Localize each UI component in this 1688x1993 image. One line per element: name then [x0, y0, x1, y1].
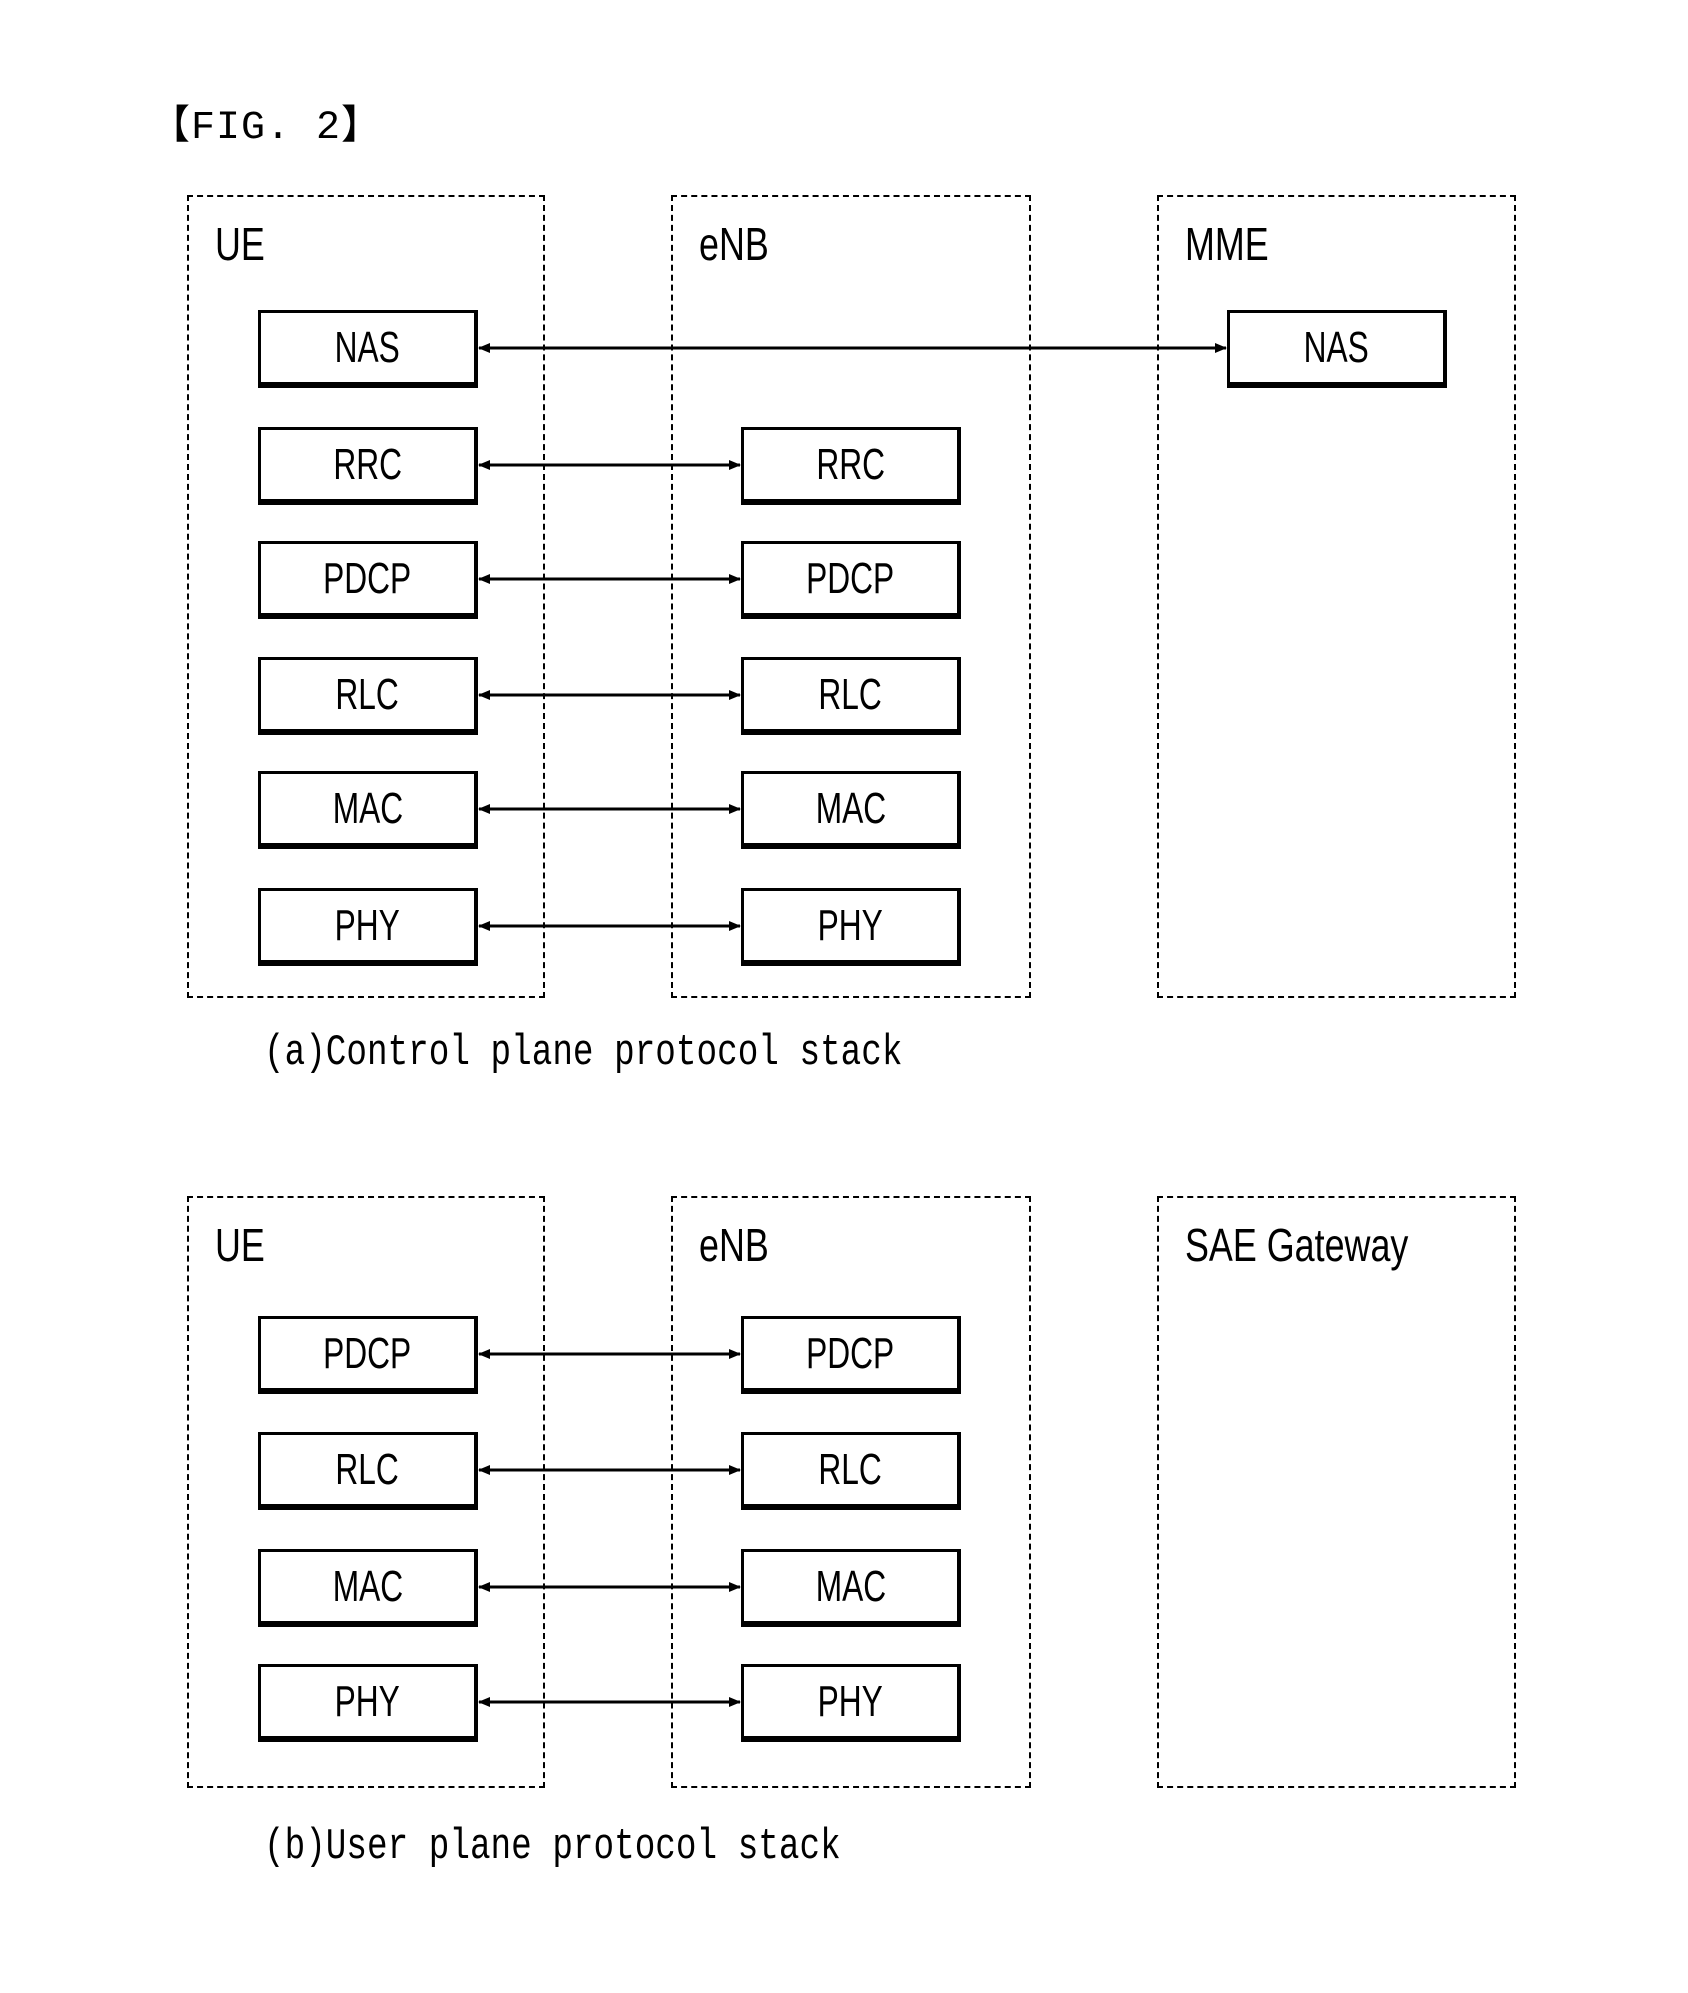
cp-enb-layer-phy: PHY	[741, 888, 961, 966]
cp-mme-layer-nas: NAS	[1227, 310, 1447, 388]
up-gateway-container: SAE Gateway	[1157, 1196, 1516, 1788]
cp-enb-layer-pdcp: PDCP	[741, 541, 961, 619]
cp-ue-layer-mac: MAC	[258, 771, 478, 849]
cp-ue-label: UE	[215, 218, 265, 270]
layer-label: PDCP	[323, 1328, 412, 1378]
layer-label: RRC	[333, 439, 402, 489]
layer-label: PHY	[817, 900, 884, 950]
layer-label: RLC	[335, 669, 400, 719]
up-enb-label: eNB	[699, 1219, 769, 1271]
cp-ue-layer-rlc: RLC	[258, 657, 478, 735]
up-enb-layer-rlc: RLC	[741, 1432, 961, 1510]
cp-ue-layer-rrc: RRC	[258, 427, 478, 505]
cp-mme-label: MME	[1185, 218, 1269, 270]
layer-label: RLC	[818, 669, 883, 719]
cp-enb-label: eNB	[699, 218, 769, 270]
up-ue-layer-rlc: RLC	[258, 1432, 478, 1510]
layer-label: PHY	[334, 900, 401, 950]
cp-enb-layer-mac: MAC	[741, 771, 961, 849]
layer-label: MAC	[332, 783, 403, 833]
layer-label: PHY	[817, 1676, 884, 1726]
up-ue-layer-phy: PHY	[258, 1664, 478, 1742]
up-caption: (b)User plane protocol stack	[264, 1822, 841, 1872]
layer-label: MAC	[815, 783, 886, 833]
layer-label: RLC	[335, 1444, 400, 1494]
up-enb-layer-pdcp: PDCP	[741, 1316, 961, 1394]
layer-label: PDCP	[323, 553, 412, 603]
layer-label: PDCP	[806, 1328, 895, 1378]
layer-label: PHY	[334, 1676, 401, 1726]
layer-label: MAC	[815, 1561, 886, 1611]
cp-ue-layer-nas: NAS	[258, 310, 478, 388]
cp-caption: (a)Control plane protocol stack	[264, 1028, 903, 1078]
layer-label: RLC	[818, 1444, 883, 1494]
figure-title: 【FIG. 2】	[150, 106, 383, 151]
cp-ue-layer-phy: PHY	[258, 888, 478, 966]
layer-label: PDCP	[806, 553, 895, 603]
up-ue-label: UE	[215, 1219, 265, 1271]
layer-label: NAS	[334, 322, 401, 372]
cp-enb-layer-rlc: RLC	[741, 657, 961, 735]
up-enb-layer-mac: MAC	[741, 1549, 961, 1627]
up-ue-layer-pdcp: PDCP	[258, 1316, 478, 1394]
layer-label: MAC	[332, 1561, 403, 1611]
layer-label: RRC	[816, 439, 885, 489]
layer-label: NAS	[1303, 322, 1370, 372]
up-gateway-label: SAE Gateway	[1185, 1219, 1409, 1271]
up-ue-layer-mac: MAC	[258, 1549, 478, 1627]
up-enb-layer-phy: PHY	[741, 1664, 961, 1742]
cp-enb-layer-rrc: RRC	[741, 427, 961, 505]
cp-ue-layer-pdcp: PDCP	[258, 541, 478, 619]
